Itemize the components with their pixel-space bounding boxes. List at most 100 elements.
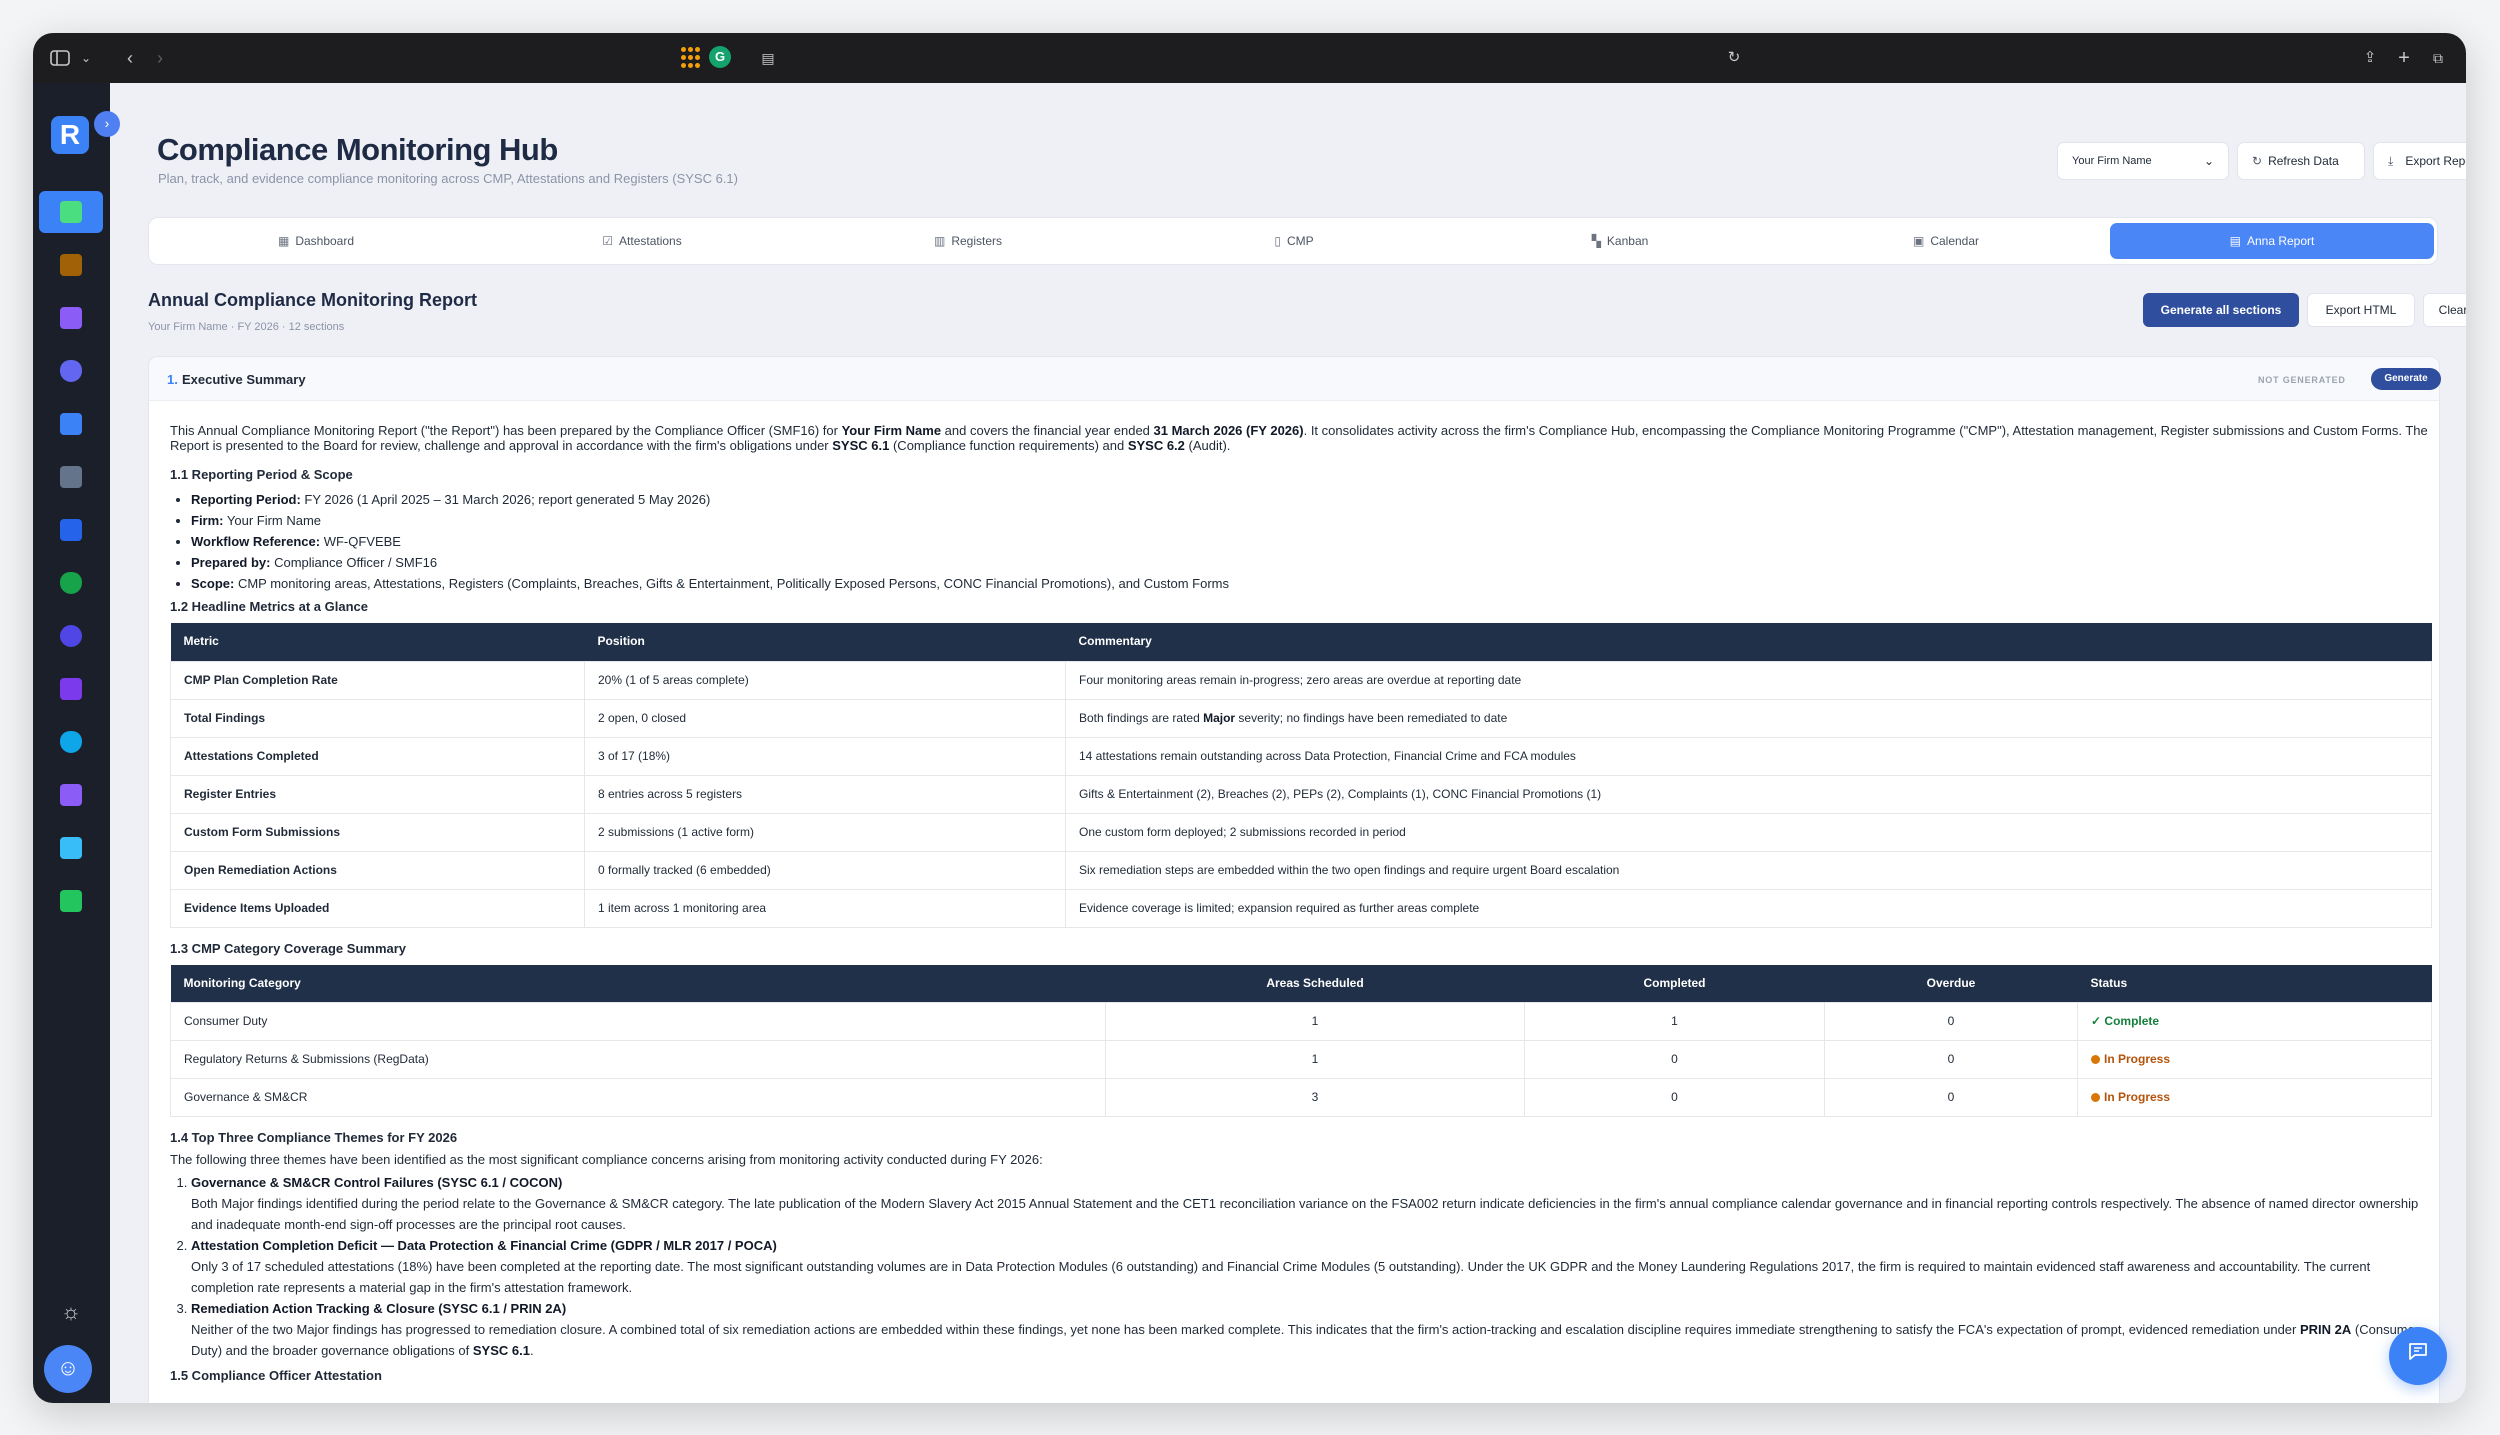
position-cell: 3 of 17 (18%) <box>584 736 1066 776</box>
people-icon <box>60 307 82 329</box>
table-header-row: Metric Position Commentary <box>170 623 2432 661</box>
tab-label: Attestations <box>619 234 682 248</box>
item-value: WF-QFVEBE <box>320 534 401 549</box>
user-avatar[interactable]: ☺ <box>44 1345 92 1393</box>
table-row: Custom Form Submissions 2 submissions (1 … <box>170 812 2432 852</box>
sun-icon[interactable]: ☼ <box>59 1300 83 1324</box>
list-item: Scope: CMP monitoring areas, Attestation… <box>191 573 2430 594</box>
checklist-icon <box>60 201 82 223</box>
chat-button[interactable] <box>2389 1327 2447 1385</box>
completed-cell: 0 <box>1524 1078 1825 1117</box>
column-header: Overdue <box>1824 964 2078 1003</box>
scheduled-cell: 1 <box>1105 1040 1525 1079</box>
apps-grid-icon[interactable] <box>681 47 703 69</box>
reload-icon[interactable]: ↻ <box>1723 47 1745 69</box>
coverage-heading: 1.3 CMP Category Coverage Summary <box>170 940 407 956</box>
tab-label: Dashboard <box>295 234 355 248</box>
nav-verify[interactable] <box>39 562 103 604</box>
sidebar-toggle-icon[interactable] <box>49 47 71 69</box>
export-report-button[interactable]: ⤓ Export Report <box>2373 142 2466 180</box>
overdue-cell: 0 <box>1824 1040 2078 1079</box>
grammarly-icon[interactable]: G <box>709 46 731 68</box>
tab-calendar[interactable]: ▣ Calendar <box>1784 223 2108 259</box>
nav-training[interactable] <box>39 509 103 551</box>
overdue-cell: 0 <box>1824 1078 2078 1117</box>
table-row: Regulatory Returns & Submissions (RegDat… <box>170 1040 2432 1079</box>
tab-overview-icon[interactable]: ⧉ <box>2427 47 2449 69</box>
item-label: Scope: <box>191 576 235 591</box>
new-tab-icon[interactable]: + <box>2393 47 2415 69</box>
tab-label: Kanban <box>1606 234 1649 248</box>
refresh-data-button[interactable]: ↻ Refresh Data <box>2237 142 2365 180</box>
nav-shield[interactable] <box>39 350 103 392</box>
section-body: This Annual Compliance Monitoring Report… <box>170 423 2432 1384</box>
table-row: Total Findings 2 open, 0 closed Both findi… <box>170 698 2432 738</box>
tab-dashboard[interactable]: ▦ Dashboard <box>154 223 478 259</box>
nav-news[interactable] <box>39 456 103 498</box>
chat-icon <box>2409 1343 2427 1360</box>
position-cell: 2 submissions (1 active form) <box>584 812 1066 852</box>
forward-icon[interactable]: › <box>149 47 171 69</box>
nav-forms[interactable] <box>39 774 103 816</box>
check-icon: ✓ <box>2091 1014 2102 1028</box>
metric-cell: Custom Form Submissions <box>170 812 585 852</box>
browser-toolbar: ⌄ ‹ › G ▤ ↻ ⇪ + ⧉ <box>33 33 2466 83</box>
position-cell: 1 item across 1 monitoring area <box>584 888 1066 928</box>
nav-target[interactable] <box>39 615 103 657</box>
position-cell: 8 entries across 5 registers <box>584 774 1066 814</box>
back-icon[interactable]: ‹ <box>119 47 141 69</box>
nav-compliance-hub[interactable] <box>39 191 103 233</box>
commentary-cell: Evidence coverage is limited; expansion … <box>1065 888 2432 928</box>
metric-cell: Open Remediation Actions <box>170 850 585 890</box>
intro-firm: Your Firm Name <box>841 423 942 438</box>
metric-cell: CMP Plan Completion Rate <box>170 660 585 700</box>
clear-button[interactable]: Clear <box>2423 293 2466 327</box>
section-header: 1. Executive Summary NOT GENERATED Gener… <box>149 357 2441 401</box>
metric-cell: Evidence Items Uploaded <box>170 888 585 928</box>
generate-section-button[interactable]: Generate <box>2371 368 2441 390</box>
attestation-heading: 1.5 Compliance Officer Attestation <box>170 1368 382 1383</box>
theme-bold: SYSC 6.1 <box>472 1343 530 1358</box>
status-label: In Progress <box>2104 1052 2171 1066</box>
tab-label: Registers <box>951 234 1003 248</box>
share-icon[interactable]: ⇪ <box>2359 47 2381 69</box>
chevron-down-icon[interactable]: ⌄ <box>75 47 97 69</box>
tab-cmp[interactable]: ▯ CMP <box>1132 223 1456 259</box>
item-value: Compliance Officer / SMF16 <box>270 555 438 570</box>
main-content: Compliance Monitoring Hub Plan, track, a… <box>110 83 2466 1403</box>
document-icon: ▤ <box>2229 234 2241 248</box>
monitor-icon <box>60 519 82 541</box>
theme-item: Governance & SM&CR Control Failures (SYS… <box>191 1172 2430 1235</box>
nav-reports[interactable] <box>39 827 103 869</box>
intro-paragraph: This Annual Compliance Monitoring Report… <box>170 423 2430 453</box>
page-settings-icon[interactable]: ▤ <box>757 47 779 69</box>
app-logo[interactable]: R <box>51 116 89 154</box>
nav-building[interactable] <box>39 244 103 286</box>
theme-text: . <box>529 1343 534 1358</box>
metric-cell: Attestations Completed <box>170 736 585 776</box>
report-meta: Your Firm Name · FY 2026 · 12 sections <box>148 321 345 333</box>
themes-list: Governance & SM&CR Control Failures (SYS… <box>170 1172 2430 1361</box>
tab-registers[interactable]: ▥ Registers <box>806 223 1130 259</box>
theme-text: Both Major findings identified during th… <box>191 1196 2419 1232</box>
nav-security[interactable] <box>39 721 103 763</box>
tab-kanban[interactable]: ▚ Kanban <box>1458 223 1782 259</box>
tab-attestations[interactable]: ☑ Attestations <box>480 223 804 259</box>
firm-select[interactable]: Your Firm Name ⌄ <box>2057 142 2229 180</box>
expand-sidebar-button[interactable]: › <box>94 111 120 137</box>
nav-people[interactable] <box>39 297 103 339</box>
status-dot-icon <box>2091 1093 2100 1102</box>
nav-analytics[interactable] <box>39 403 103 445</box>
category-cell: Consumer Duty <box>170 1002 1106 1041</box>
nav-store[interactable] <box>39 668 103 710</box>
nav-messages[interactable] <box>39 880 103 922</box>
export-html-button[interactable]: Export HTML <box>2307 293 2415 327</box>
table-row: Register Entries 8 entries across 5 regis… <box>170 774 2432 814</box>
theme-text: Only 3 of 17 scheduled attestations (18%… <box>191 1259 2371 1295</box>
message-icon <box>60 890 82 912</box>
generate-all-sections-button[interactable]: Generate all sections <box>2143 293 2299 327</box>
export-label: Export Report <box>2405 154 2466 168</box>
theme-text: Neither of the two Major findings has pr… <box>191 1322 2300 1337</box>
file-icon: ▯ <box>1274 234 1281 248</box>
tab-anna-report[interactable]: ▤ Anna Report <box>2110 223 2434 259</box>
